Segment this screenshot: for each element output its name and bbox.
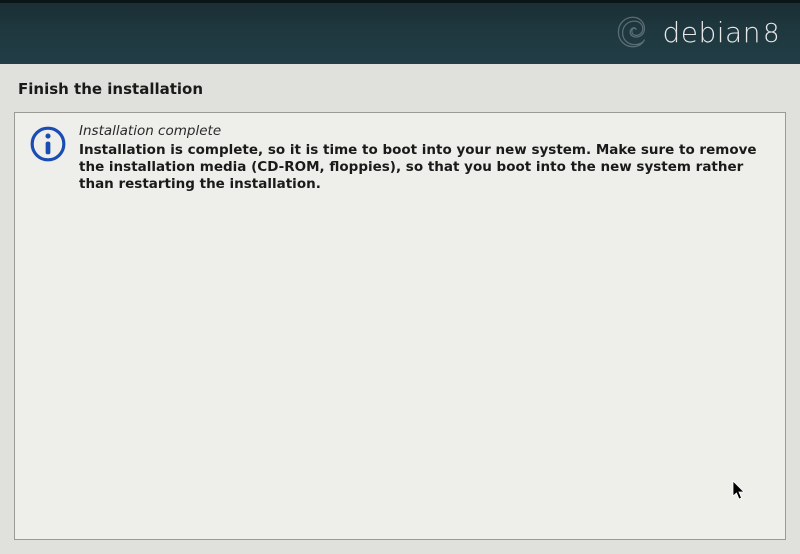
brand-logo: debian8 (610, 11, 780, 53)
page-title: Finish the installation (14, 80, 786, 98)
brand-name: debian (662, 16, 760, 49)
brand-version: 8 (763, 19, 780, 49)
info-icon (29, 125, 67, 163)
debian-swirl-icon (610, 11, 652, 53)
info-row: Installation complete Installation is co… (29, 123, 771, 193)
brand-text: debian8 (662, 16, 780, 49)
message-panel: Installation complete Installation is co… (14, 112, 786, 540)
section-body: Installation is complete, so it is time … (79, 142, 771, 193)
installer-header: debian8 (0, 0, 800, 64)
content-area: Finish the installation Installation com… (0, 64, 800, 554)
info-text-block: Installation complete Installation is co… (79, 123, 771, 193)
section-title: Installation complete (79, 123, 771, 139)
